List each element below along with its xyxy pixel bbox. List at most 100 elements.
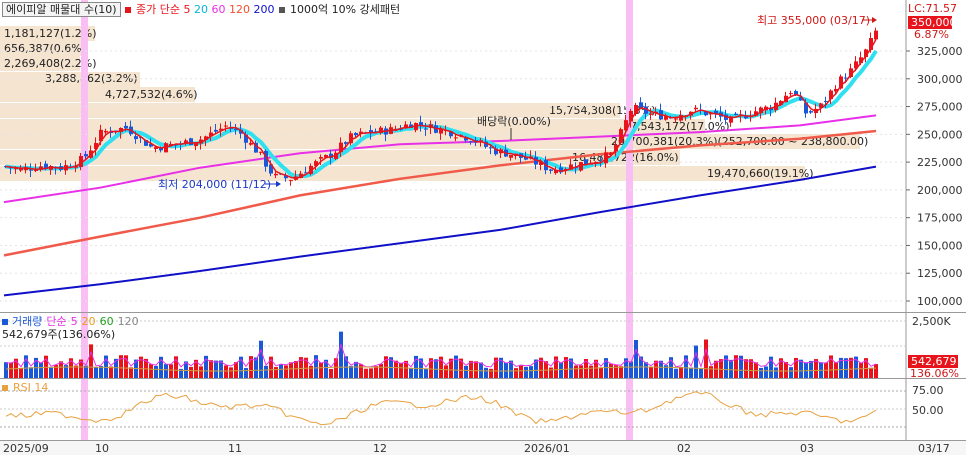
price-axis-label: 200,000 (917, 184, 963, 197)
volume-profile-label: 4,727,532(4.6%) (105, 88, 198, 101)
price-chart-panel[interactable]: 1,181,127(1.2%) 656,387(0.6%) 2,269,408(2.… (0, 0, 966, 312)
candle-body (224, 125, 228, 127)
candle-body (694, 107, 698, 110)
volume-bar (89, 344, 93, 379)
rsi-legend[interactable]: RSI 14 (2, 381, 48, 394)
volume-bar (319, 362, 323, 379)
volume-profile-label: 656,387(0.6%) (4, 42, 86, 55)
volume-bar (874, 364, 878, 379)
volume-bar (84, 365, 88, 379)
low-price-label: 최저 204,000 (11/12) (158, 178, 271, 191)
volume-bar (519, 365, 523, 379)
vol-swatch (2, 319, 8, 325)
price-axis-label: 275,000 (917, 101, 963, 114)
rsi-axis-75: 75.00 (912, 384, 944, 397)
volume-bar (609, 363, 613, 379)
volume-bar (629, 361, 633, 379)
vol-ma-5: 5 (70, 315, 78, 328)
volume-legend[interactable]: 거래량 단순 5 20 60 120 542,679주(136.06%) (2, 315, 139, 341)
volume-profile-label: 19,470,660(19.1%) (707, 167, 814, 180)
candle-body (84, 154, 88, 157)
volume-bar (694, 345, 698, 379)
rsi-title: RSI 14 (13, 381, 49, 394)
candle-body (214, 129, 218, 132)
vol-axis-label: 2,500K (912, 315, 951, 328)
candle-body (319, 157, 323, 159)
volume-bar (259, 340, 263, 379)
pattern-swatch (278, 6, 285, 13)
low-arrow-head (276, 181, 281, 187)
symbol-indicator-box[interactable]: 에이피알 매물대 수(10) (2, 2, 121, 17)
rsi-highlight-1 (81, 379, 88, 441)
time-label-2025-09: 2025/09 (3, 442, 49, 455)
candle-body (454, 137, 458, 139)
price-axis-label: 175,000 (917, 212, 963, 225)
vol-ma-20: 20 (81, 315, 96, 328)
volume-bar (659, 360, 663, 379)
volume-profile-bands: 1,181,127(1.2%)656,387(0.6%)2,269,408(2.… (0, 26, 868, 181)
vol-title: 거래량 (12, 315, 43, 328)
volume-bar (859, 362, 863, 379)
candle-body (104, 130, 108, 133)
volume-canvas[interactable]: 2,500K 542,679 136.06% (0, 313, 966, 379)
volume-bar (469, 360, 473, 379)
time-axis[interactable]: 2025/09 10 11 12 2026/01 02 03 03/17 (0, 440, 966, 455)
vol-ma-60: 60 (99, 315, 114, 328)
time-label-03: 03 (800, 442, 814, 455)
volume-panel[interactable]: 2,500K 542,679 136.06% 거래량 단순 5 20 60 12… (0, 312, 966, 379)
candle-body (189, 138, 193, 145)
symbol-label: 에이피알 매물대 수(10) (6, 3, 117, 16)
volume-bar (379, 363, 383, 379)
time-label-11: 11 (228, 442, 242, 455)
rsi-panel[interactable]: 75.00 50.00 RSI 14 (0, 378, 966, 441)
vol-ma-120: 120 (117, 315, 139, 328)
vol-current-text: 542,679주(136.06%) (2, 328, 116, 341)
time-label-02: 02 (677, 442, 691, 455)
ma-color-swatch (124, 6, 131, 13)
time-label-2026-01: 2026/01 (524, 442, 570, 455)
candle-body (34, 170, 38, 172)
candle-body (424, 128, 428, 130)
ma-legend[interactable]: 종가 단순 5 20 60 120 200 (124, 2, 275, 17)
highlight-column-2 (626, 0, 633, 312)
volume-bar (644, 362, 648, 379)
price-axis-label: 125,000 (917, 267, 963, 280)
volume-bar (9, 362, 13, 379)
volume-bar (214, 360, 218, 379)
price-axis-label: 150,000 (917, 239, 963, 252)
price-chart-canvas[interactable]: 1,181,127(1.2%)656,387(0.6%)2,269,408(2.… (0, 0, 966, 312)
candle-body (124, 125, 128, 129)
volume-bar (634, 339, 638, 379)
price-axis-label: 300,000 (917, 73, 963, 86)
pattern-label: 1000억 10% 강세패턴 (290, 2, 401, 16)
candle-body (639, 102, 643, 108)
price-axis-label: 250,000 (917, 128, 963, 141)
current-pct-label: 6.87% (914, 28, 949, 41)
ma-period-5: 5 (183, 2, 191, 16)
candle-body (874, 30, 878, 40)
candle-body (584, 159, 588, 165)
candle-body (134, 136, 138, 140)
pattern-legend[interactable]: 1000억 10% 강세패턴 (278, 2, 401, 17)
volume-bar (289, 362, 293, 379)
rsi-canvas[interactable]: 75.00 50.00 (0, 379, 966, 441)
volume-bar (149, 364, 153, 379)
ma-period-20: 20 (194, 2, 209, 16)
ma-period-120: 120 (229, 2, 251, 16)
candle-body (249, 142, 253, 145)
candle-body (414, 123, 418, 131)
volume-bar (834, 362, 838, 379)
candle-body (354, 132, 358, 136)
volume-bar (444, 365, 448, 379)
volume-bar (334, 358, 338, 379)
volume-bar (254, 357, 258, 379)
candle-body (579, 162, 583, 171)
price-axis-label: 325,000 (917, 45, 963, 58)
candle-body (734, 113, 738, 115)
ma-period-200: 200 (253, 2, 275, 16)
candle-body (549, 169, 553, 171)
volume-bar (844, 358, 848, 379)
volume-bar (399, 363, 403, 379)
high-arrow-head (872, 17, 877, 23)
rsi-swatch (2, 385, 8, 391)
